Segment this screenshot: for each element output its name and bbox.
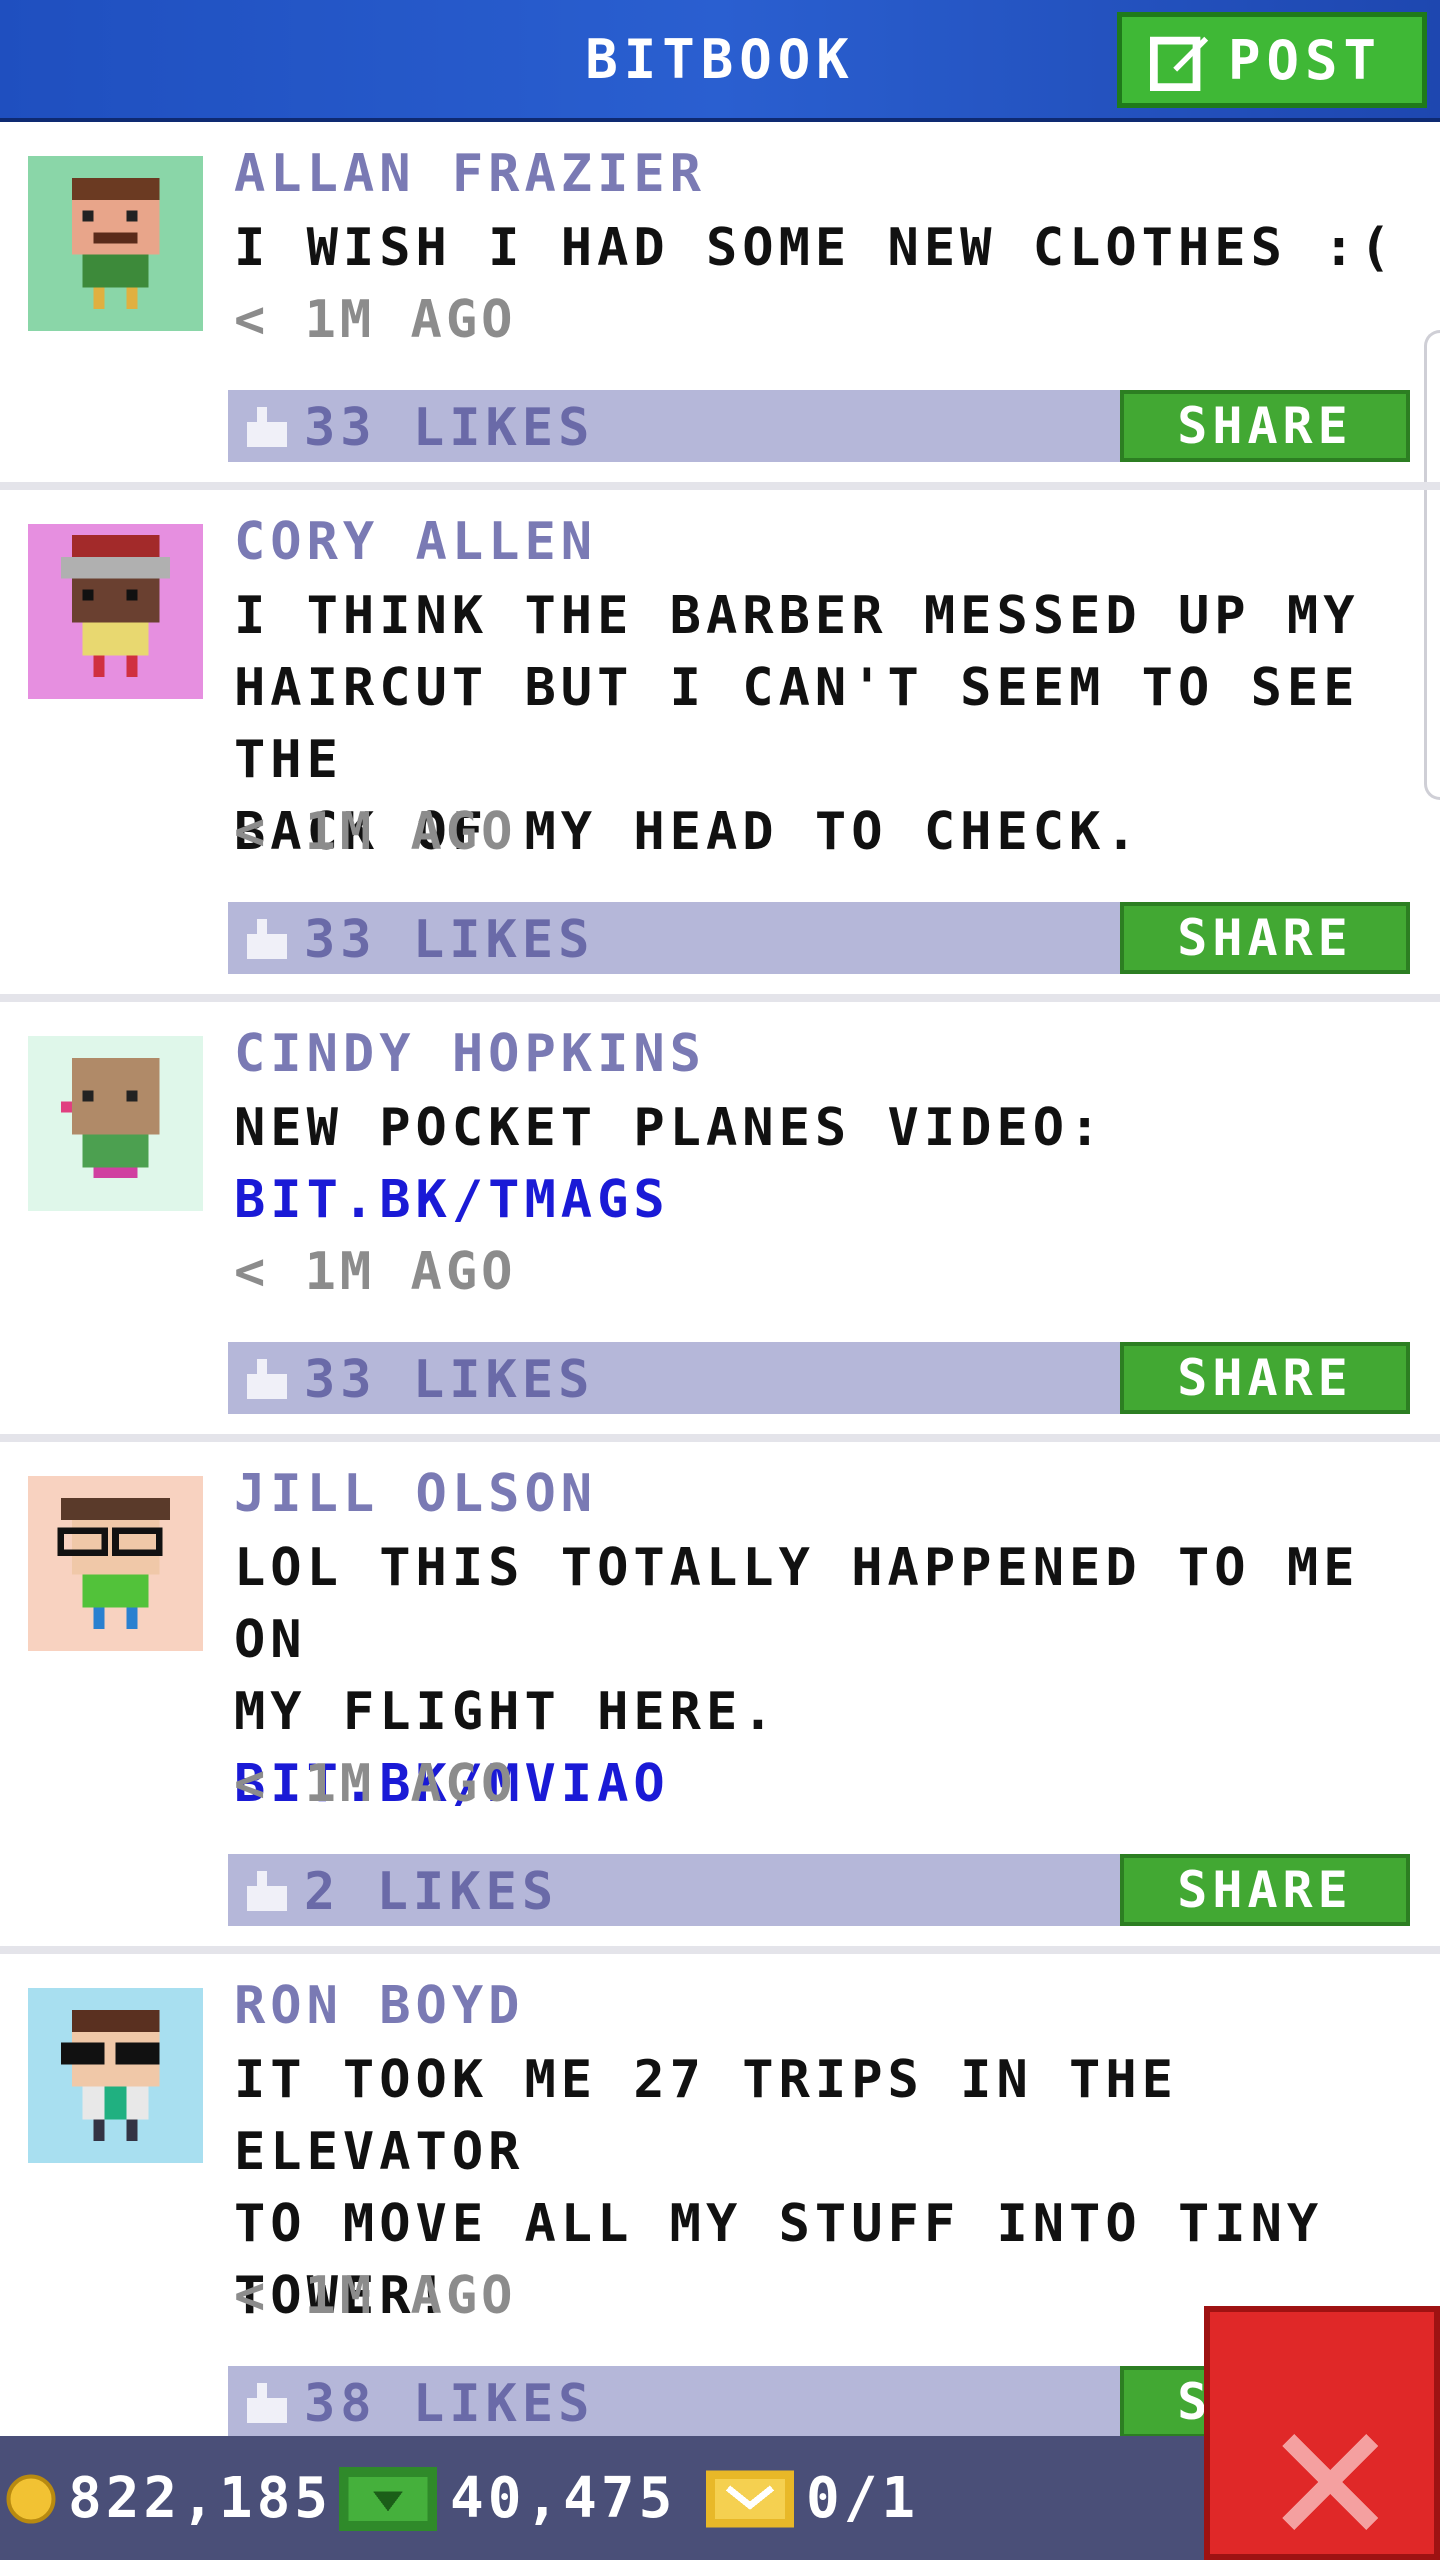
avatar[interactable] — [28, 1988, 203, 2163]
post-author[interactable]: RON BOYD — [234, 1976, 524, 2036]
share-button[interactable]: SHARE — [1120, 390, 1410, 462]
post-line: IT TOOK ME 27 TRIPS IN THE ELEVATOR — [234, 2050, 1178, 2182]
post-author[interactable]: JILL OLSON — [234, 1464, 597, 1524]
close-icon — [1282, 2434, 1378, 2530]
compose-icon — [1150, 36, 1209, 91]
avatar[interactable] — [28, 156, 203, 331]
bux-stat: 40,475 — [338, 2466, 676, 2531]
bux-value: 40,475 — [450, 2466, 677, 2531]
coin-icon — [6, 2474, 56, 2523]
post-line: NEW POCKET PLANES VIDEO: — [234, 1098, 1106, 1158]
thumbs-up-icon[interactable] — [242, 402, 292, 452]
coins-value: 822,185 — [68, 2466, 333, 2531]
app-header: BITBOOK POST — [0, 0, 1440, 122]
share-button[interactable]: SHARE — [1120, 1854, 1410, 1926]
post-time: < 1M AGO — [234, 1242, 517, 1302]
avatar[interactable] — [28, 524, 203, 699]
likes-count: 33 LIKES — [304, 910, 595, 970]
close-button[interactable] — [1204, 2306, 1440, 2560]
post-time: < 1M AGO — [234, 290, 517, 350]
thumbs-up-icon[interactable] — [242, 1354, 292, 1404]
post-line: HAIRCUT BUT I CAN'T SEEM TO SEE THE — [234, 658, 1360, 790]
post-button[interactable]: POST — [1117, 12, 1427, 108]
share-button[interactable]: SHARE — [1120, 1342, 1410, 1414]
post-line: I THINK THE BARBER MESSED UP MY — [234, 586, 1360, 646]
likes-count: 33 LIKES — [304, 1350, 595, 1410]
ticket-icon — [706, 2469, 794, 2528]
thumbs-up-icon[interactable] — [242, 914, 292, 964]
post-button-label: POST — [1228, 28, 1383, 92]
avatar[interactable] — [28, 1036, 203, 1211]
likes-bar: 2 LIKES SHARE — [228, 1854, 1410, 1926]
feed-post: ALLAN FRAZIER I WISH I HAD SOME NEW CLOT… — [0, 122, 1440, 490]
post-line: LOL THIS TOTALLY HAPPENED TO ME ON — [234, 1538, 1360, 1670]
feed-post: CINDY HOPKINS NEW POCKET PLANES VIDEO: B… — [0, 1002, 1440, 1442]
feed-post: CORY ALLEN I THINK THE BARBER MESSED UP … — [0, 490, 1440, 1002]
likes-bar: 33 LIKES SHARE — [228, 1342, 1410, 1414]
post-time: < 1M AGO — [234, 2266, 517, 2326]
likes-bar: 33 LIKES SHARE — [228, 390, 1410, 462]
likes-count: 38 LIKES — [304, 2374, 595, 2434]
post-line: I WISH I HAD SOME NEW CLOTHES :( — [234, 218, 1396, 278]
avatar[interactable] — [28, 1476, 203, 1651]
post-author[interactable]: ALLAN FRAZIER — [234, 144, 706, 204]
post-line: MY FLIGHT HERE. — [234, 1682, 779, 1742]
post-body: I WISH I HAD SOME NEW CLOTHES :( — [234, 212, 1424, 284]
tickets-value: 0/1 — [806, 2466, 920, 2531]
post-link[interactable]: BIT.BK/TMAGS — [234, 1164, 1424, 1236]
post-time: < 1M AGO — [234, 1754, 517, 1814]
share-button[interactable]: SHARE — [1120, 902, 1410, 974]
feed-post: JILL OLSON LOL THIS TOTALLY HAPPENED TO … — [0, 1442, 1440, 1954]
post-author[interactable]: CORY ALLEN — [234, 512, 597, 572]
likes-bar: 33 LIKES SHARE — [228, 902, 1410, 974]
post-line: TO MOVE ALL MY STUFF INTO TINY — [234, 2194, 1324, 2254]
thumbs-up-icon[interactable] — [242, 1866, 292, 1916]
post-author[interactable]: CINDY HOPKINS — [234, 1024, 706, 1084]
post-body: NEW POCKET PLANES VIDEO: BIT.BK/TMAGS — [234, 1092, 1424, 1236]
thumbs-up-icon[interactable] — [242, 2378, 292, 2428]
post-time: < 1M AGO — [234, 802, 517, 862]
coins-stat: 822,185 — [6, 2466, 332, 2531]
tickets-stat: 0/1 — [706, 2466, 919, 2531]
likes-count: 33 LIKES — [304, 398, 595, 458]
bux-icon — [338, 2466, 438, 2531]
likes-count: 2 LIKES — [304, 1862, 559, 1922]
